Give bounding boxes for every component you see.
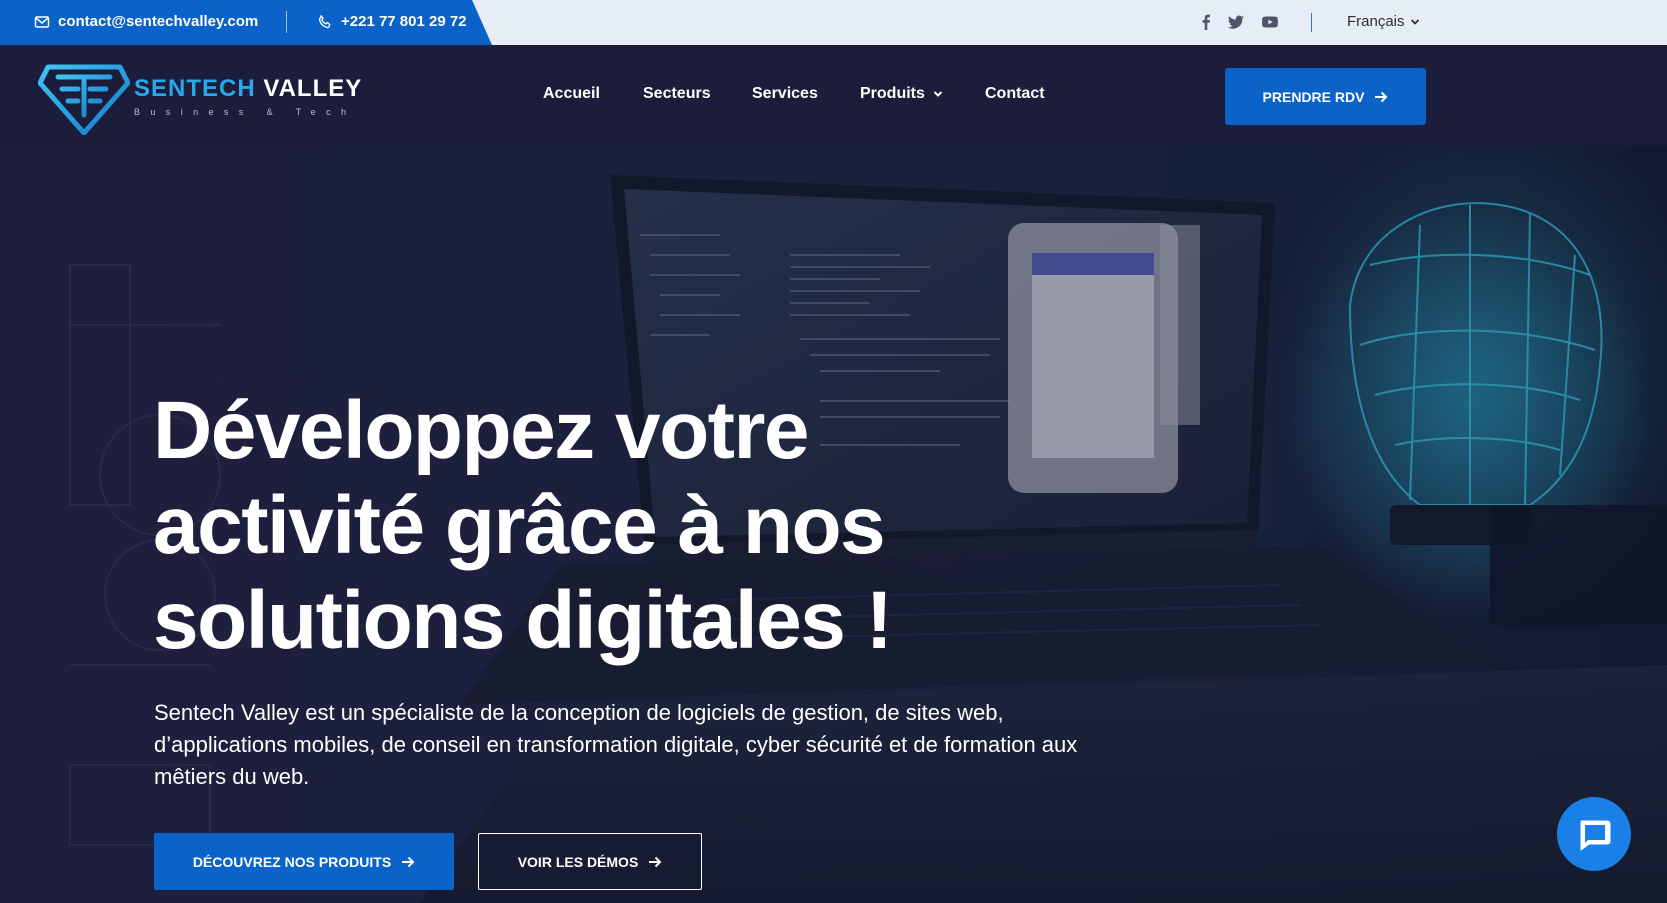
chat-widget-button[interactable] [1557, 797, 1631, 871]
logo-name-part1: SENTECH [134, 75, 256, 102]
view-demos-label: VOIR LES DÉMOS [517, 853, 639, 870]
nav-contact[interactable]: Contact [985, 85, 1045, 103]
phone-text: +221 77 801 29 72 [341, 13, 467, 30]
language-selector[interactable]: Français [1347, 13, 1420, 30]
arrow-right-icon [1375, 91, 1388, 102]
chevron-down-icon [933, 91, 943, 97]
main-header: SENTECH VALLEY Business & Tech Accueil S… [0, 45, 1667, 145]
logo-tagline: Business & Tech [134, 107, 357, 117]
youtube-link[interactable] [1261, 13, 1279, 31]
logo-name: SENTECH VALLEY [134, 75, 362, 103]
hero-section: Développez votre activité grâce à nos so… [0, 145, 1667, 903]
logo-name-part2: VALLEY [263, 75, 363, 102]
logo-emblem-icon [38, 64, 130, 135]
nav-produits-label: Produits [860, 85, 925, 102]
phone-link[interactable]: +221 77 801 29 72 [317, 13, 467, 30]
hero-description: Sentech Valley est un spécialiste de la … [154, 700, 1078, 789]
discover-products-label: DÉCOUVREZ NOS PRODUITS [192, 853, 392, 870]
hero-title: Développez votre activité grâce à nos so… [153, 385, 893, 666]
logo[interactable]: SENTECH VALLEY Business & Tech [38, 61, 361, 135]
facebook-link[interactable] [1197, 13, 1215, 31]
envelope-icon [34, 15, 50, 28]
top-bar: contact@sentechvalley.com +221 77 801 29… [0, 0, 1667, 45]
twitter-icon [1228, 15, 1244, 29]
divider [1311, 13, 1312, 32]
view-demos-button[interactable]: VOIR LES DÉMOS [478, 833, 702, 890]
contact-strip: contact@sentechvalley.com +221 77 801 29… [0, 0, 492, 45]
nav-accueil[interactable]: Accueil [543, 85, 600, 103]
nav-secteurs[interactable]: Secteurs [643, 85, 711, 103]
book-appointment-label: PRENDRE RDV [1262, 88, 1365, 105]
phone-icon [318, 14, 331, 28]
youtube-icon [1262, 16, 1278, 28]
language-label: Français [1347, 13, 1405, 30]
nav-produits[interactable]: Produits [860, 85, 943, 103]
email-text: contact@sentechvalley.com [58, 13, 259, 30]
arrow-right-icon [402, 856, 415, 867]
chevron-down-icon [1410, 18, 1419, 25]
facebook-icon [1202, 14, 1210, 30]
email-link[interactable]: contact@sentechvalley.com [34, 13, 258, 30]
divider [286, 11, 287, 33]
discover-products-button[interactable]: DÉCOUVREZ NOS PRODUITS [154, 833, 454, 890]
twitter-link[interactable] [1227, 13, 1245, 31]
nav-services[interactable]: Services [752, 85, 818, 103]
arrow-right-icon [649, 856, 662, 867]
chat-icon [1580, 820, 1611, 851]
book-appointment-button[interactable]: PRENDRE RDV [1225, 68, 1426, 125]
